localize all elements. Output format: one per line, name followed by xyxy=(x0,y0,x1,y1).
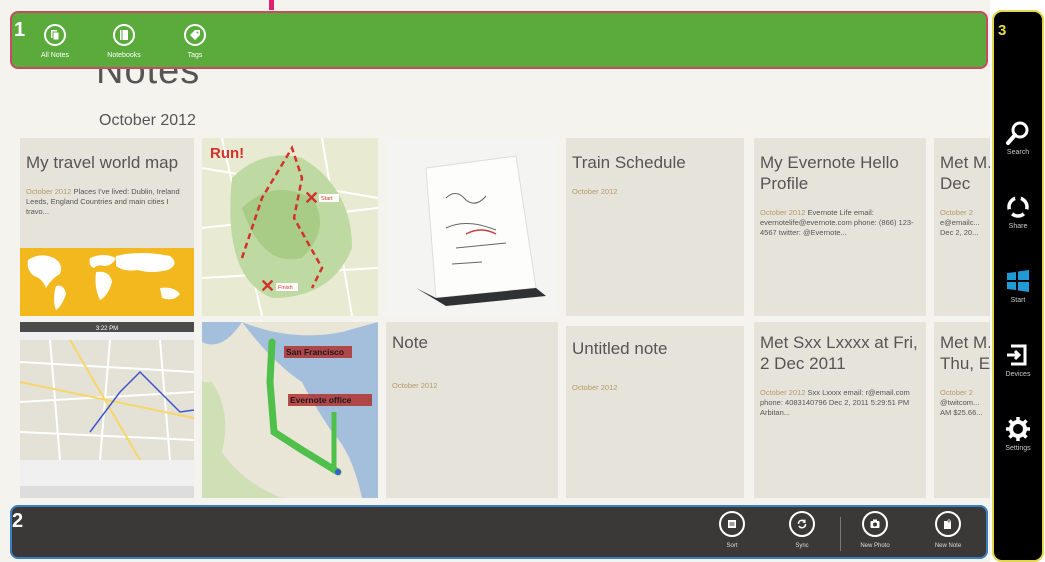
note-tile-travel-map[interactable]: My travel world map October 2012 Places … xyxy=(20,138,194,316)
tile-snippet: October 2012 xyxy=(386,381,558,391)
tile-date: October 2 xyxy=(940,208,973,217)
bottom-bar-divider xyxy=(840,517,841,551)
sync-button[interactable]: Sync xyxy=(772,511,832,549)
notebooks-label: Notebooks xyxy=(107,52,141,59)
tile-title: My Evernote Hello Profile xyxy=(760,153,899,193)
charms-bar: Search Share Start Devices Settings xyxy=(992,10,1044,562)
tile-snippet-text: @twitcom... AM $25.66... xyxy=(940,398,983,417)
search-icon xyxy=(1006,121,1029,145)
phone-time: 3:22 PM xyxy=(96,326,118,332)
charm-start-label: Start xyxy=(1010,297,1026,304)
office-label: Evernote office xyxy=(290,395,352,405)
tile-snippet: October 2 e@emailc... Dec 2, 20... xyxy=(934,208,990,238)
tile-title: Untitled note xyxy=(572,339,668,358)
run-route-map-thumbnail: Run! ✕ Start ✕ Finish xyxy=(202,138,378,316)
sort-icon xyxy=(719,511,745,537)
charm-search-label: Search xyxy=(1006,149,1030,156)
tile-date: October 2012 xyxy=(760,208,806,217)
new-note-label: New Note xyxy=(934,543,962,549)
svg-text:✕: ✕ xyxy=(304,188,319,208)
note-tile-sf-map[interactable]: San Francisco Evernote office xyxy=(202,322,378,498)
gear-icon xyxy=(1006,417,1030,441)
tile-date: October 2012 xyxy=(760,388,806,397)
tile-snippet: October 2 @twitcom... AM $25.66... xyxy=(934,388,990,418)
camera-icon xyxy=(862,511,888,537)
note-tile-phone-map[interactable]: 3:22 PM xyxy=(20,322,194,498)
svg-text:✕: ✕ xyxy=(260,276,275,296)
callout-3: 3 xyxy=(998,22,1007,39)
tile-date: October 2012 xyxy=(572,383,618,392)
sync-icon xyxy=(789,511,815,537)
bottom-app-bar: Sort Sync New Photo New Note xyxy=(10,505,988,559)
group-label-month: October 2012 xyxy=(99,112,196,129)
phone-map-thumbnail: 3:22 PM xyxy=(20,322,194,498)
tile-date: October 2012 xyxy=(392,381,438,390)
notebook-icon xyxy=(113,24,135,46)
callout-1: 1 xyxy=(14,19,26,41)
all-notes-label: All Notes xyxy=(40,52,69,59)
charm-start[interactable]: Start xyxy=(994,268,1042,304)
tile-snippet: October 2012 xyxy=(566,383,744,393)
sf-label: San Francisco xyxy=(286,347,344,357)
note-tile-notebook-photo[interactable] xyxy=(386,138,558,316)
new-photo-label: New Photo xyxy=(860,543,890,549)
tile-date: October 2012 xyxy=(572,187,618,196)
pink-pointer-marker xyxy=(269,0,274,10)
tag-icon xyxy=(184,24,206,46)
note-tile-untitled[interactable]: Untitled note October 2012 xyxy=(566,326,744,498)
new-note-icon xyxy=(935,511,961,537)
sf-bay-map-thumbnail: San Francisco Evernote office xyxy=(202,322,378,498)
new-photo-button[interactable]: New Photo xyxy=(845,511,905,549)
note-tile-met-thu[interactable]: Met M... Thu, E October 2 @twitcom... AM… xyxy=(934,322,990,498)
top-app-bar: All Notes Notebooks Tags xyxy=(10,11,988,69)
note-tile-met-dec[interactable]: Met M... 2 Dec October 2 e@emailc... Dec… xyxy=(934,138,990,316)
start-label: Start xyxy=(321,196,333,202)
tile-snippet: October 2012 Sxx Lxxxx email: r@email.co… xyxy=(754,388,926,418)
notes-icon xyxy=(44,24,66,46)
tile-title: Met Sxx Lxxxx at Fri, 2 Dec 2011 xyxy=(760,333,918,373)
tile-snippet-text: e@emailc... Dec 2, 20... xyxy=(940,218,980,237)
note-tile-note[interactable]: Note October 2012 xyxy=(386,322,558,498)
callout-2: 2 xyxy=(12,510,24,532)
note-tile-run-map[interactable]: Run! ✕ Start ✕ Finish xyxy=(202,138,378,316)
charm-settings-label: Settings xyxy=(1005,445,1031,452)
note-tile-hello-profile[interactable]: My Evernote Hello Profile October 2012 E… xyxy=(754,138,926,316)
devices-icon xyxy=(1007,344,1027,366)
note-tile-met-fri[interactable]: Met Sxx Lxxxx at Fri, 2 Dec 2011 October… xyxy=(754,322,926,498)
world-map-thumbnail xyxy=(20,248,194,316)
all-notes-button[interactable]: All Notes xyxy=(25,24,85,59)
charm-devices[interactable]: Devices xyxy=(994,342,1042,378)
tile-snippet: October 2012 xyxy=(566,187,744,197)
tile-snippet: October 2012 Evernote Life email: everno… xyxy=(754,208,926,238)
sort-label: Sort xyxy=(726,543,738,549)
tile-title: Note xyxy=(392,333,428,352)
tile-title: Met M... Thu, E xyxy=(940,333,990,373)
tile-title: Train Schedule xyxy=(572,153,686,172)
evernote-app: Notes October 2012 All Notes Notebooks T… xyxy=(0,0,990,562)
sync-label: Sync xyxy=(795,543,809,549)
tile-snippet: October 2012 Places I've lived: Dublin, … xyxy=(20,187,194,217)
tile-title: My travel world map xyxy=(26,153,179,172)
note-tile-train-schedule[interactable]: Train Schedule October 2012 xyxy=(566,138,744,316)
charm-devices-label: Devices xyxy=(1005,371,1031,378)
finish-label: Finish xyxy=(278,285,293,291)
charm-settings[interactable]: Settings xyxy=(994,416,1042,452)
new-note-button[interactable]: New Note xyxy=(918,511,978,549)
tags-button[interactable]: Tags xyxy=(165,24,225,59)
notebook-photo-thumbnail xyxy=(386,138,558,316)
tile-title: Met M... 2 Dec xyxy=(940,153,990,193)
charm-search[interactable]: Search xyxy=(994,120,1042,156)
charm-share[interactable]: Share xyxy=(994,194,1042,230)
charm-share-label: Share xyxy=(1008,223,1028,230)
sort-button[interactable]: Sort xyxy=(702,511,762,549)
tile-date: October 2 xyxy=(940,388,973,397)
run-label: Run! xyxy=(210,145,244,162)
share-icon xyxy=(1007,195,1029,218)
tile-date: October 2012 xyxy=(26,187,72,196)
tags-label: Tags xyxy=(187,52,203,59)
notebooks-button[interactable]: Notebooks xyxy=(94,24,154,59)
windows-start-icon xyxy=(1007,270,1029,292)
